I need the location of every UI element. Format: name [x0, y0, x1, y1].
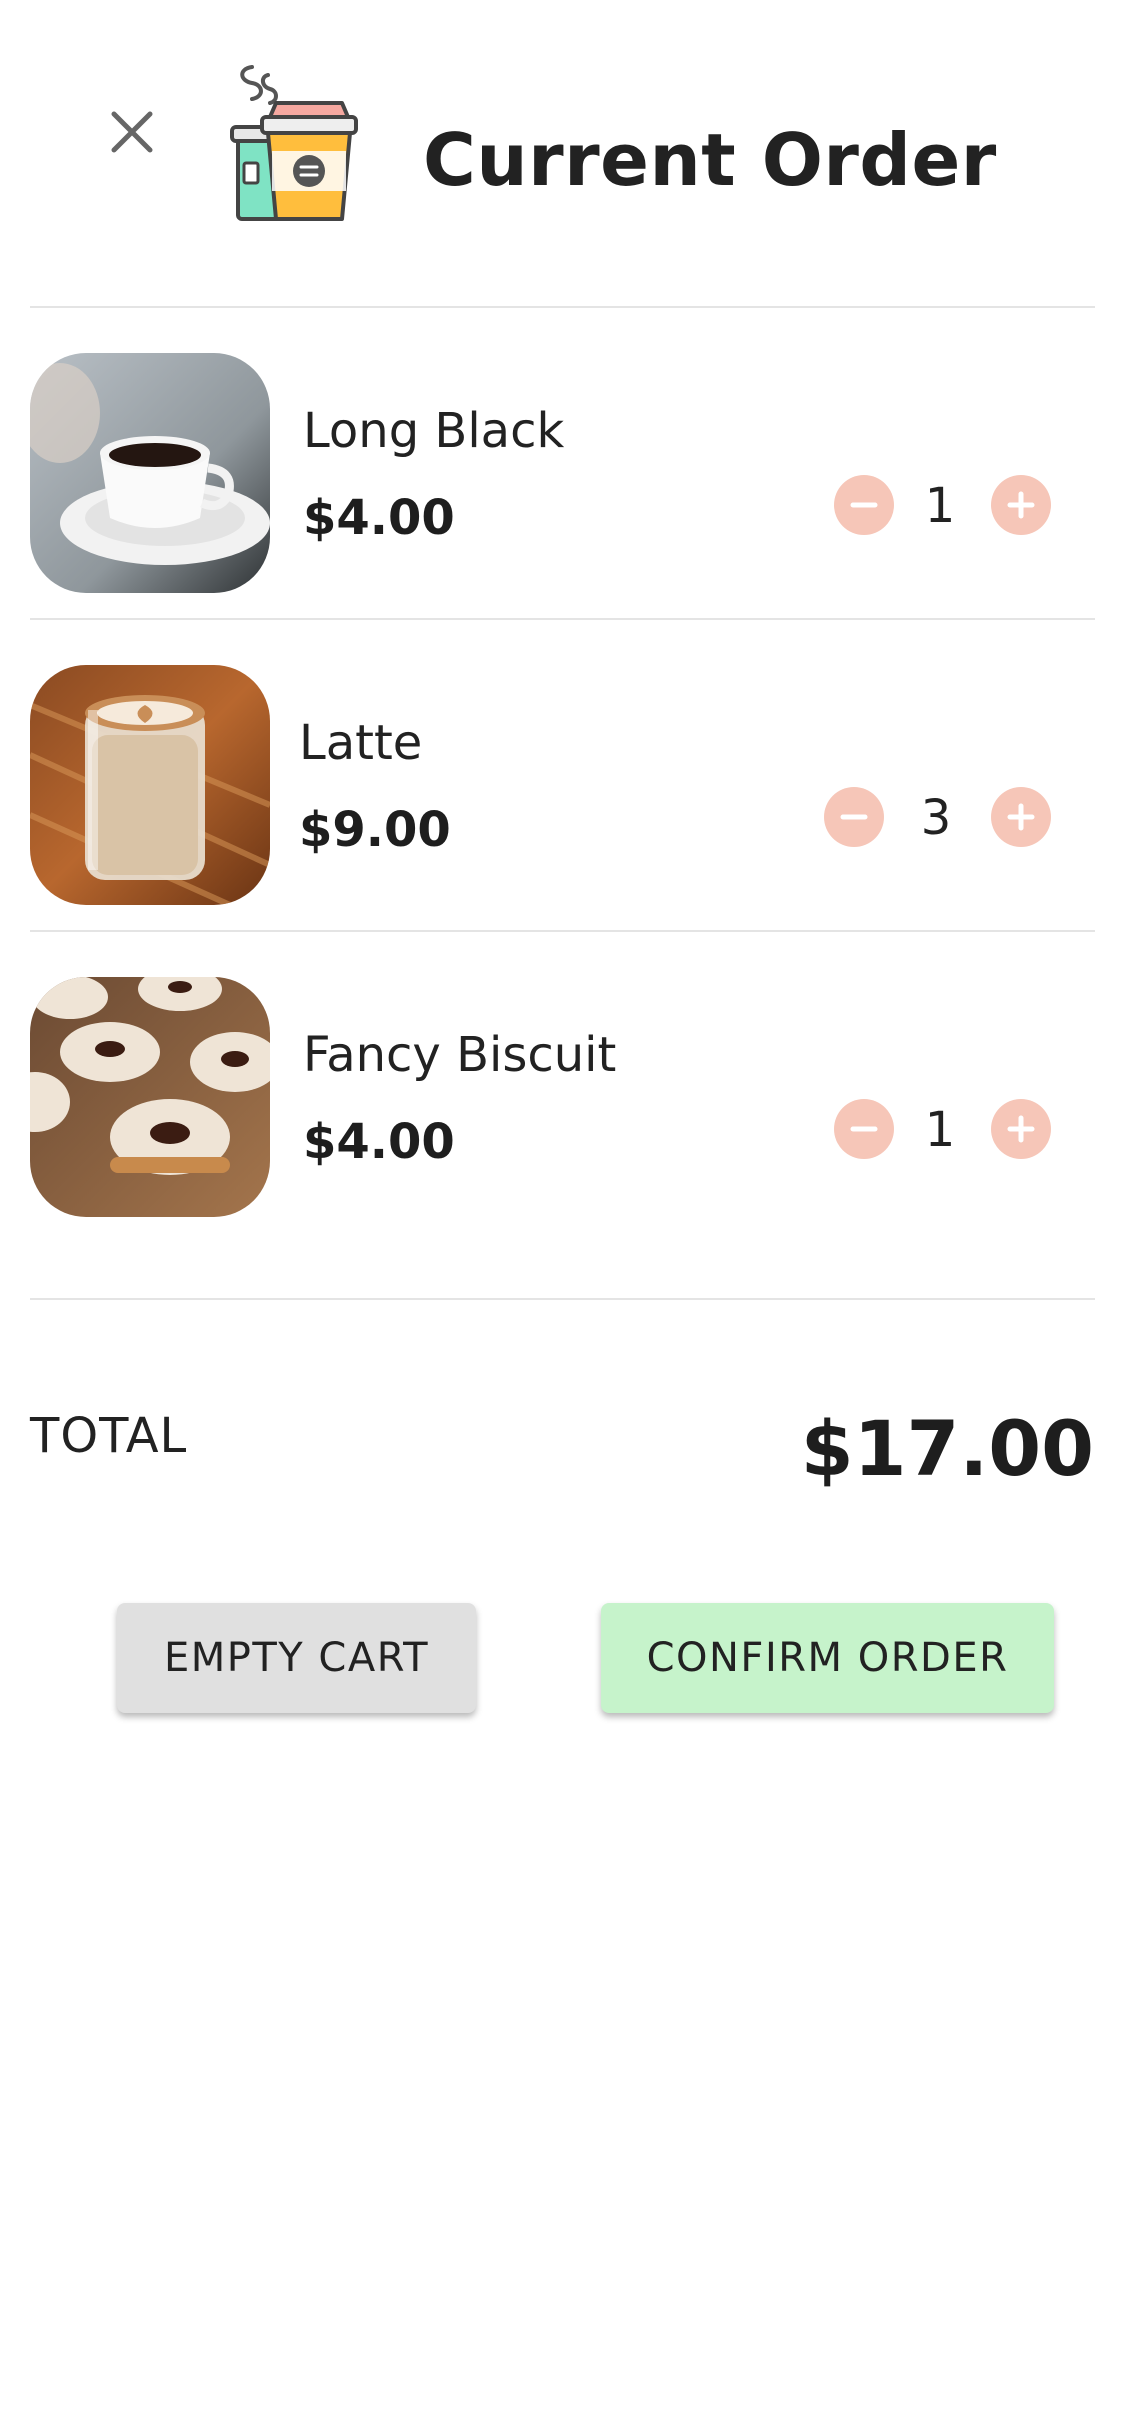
minus-icon: [850, 502, 878, 508]
item-price: $9.00: [299, 802, 451, 858]
increment-button[interactable]: [991, 787, 1051, 847]
total-value: $17.00: [800, 1404, 1094, 1493]
quantity-value: 1: [924, 1102, 956, 1158]
list-item: Latte $9.00 3: [0, 620, 1125, 930]
plus-icon: [1007, 1115, 1035, 1143]
minus-icon: [840, 814, 868, 820]
empty-cart-button[interactable]: EMPTY CART: [117, 1603, 476, 1713]
latte-art-photo: [30, 665, 270, 905]
page-title: Current Order: [423, 118, 997, 202]
quantity-value: 3: [920, 790, 952, 846]
item-price: $4.00: [303, 490, 455, 546]
confirm-order-button[interactable]: CONFIRM ORDER: [601, 1603, 1054, 1713]
list-item: Long Black $4.00 1: [0, 308, 1125, 618]
plus-icon: [1007, 803, 1035, 831]
increment-button[interactable]: [991, 475, 1051, 535]
item-name: Latte: [299, 715, 423, 771]
increment-button[interactable]: [991, 1099, 1051, 1159]
item-name: Long Black: [303, 403, 565, 459]
close-button[interactable]: [100, 100, 164, 164]
header: Current Order: [0, 0, 1125, 306]
minus-icon: [850, 1126, 878, 1132]
item-name: Fancy Biscuit: [303, 1027, 617, 1083]
long-black-coffee-photo: [30, 353, 270, 593]
quantity-value: 1: [924, 478, 956, 534]
divider: [30, 1298, 1095, 1300]
coffee-cups-icon: [230, 65, 358, 221]
jam-biscuits-photo: [30, 977, 270, 1217]
decrement-button[interactable]: [834, 1099, 894, 1159]
total-label: TOTAL: [30, 1408, 188, 1464]
close-icon: [111, 111, 153, 153]
decrement-button[interactable]: [834, 475, 894, 535]
item-price: $4.00: [303, 1114, 455, 1170]
decrement-button[interactable]: [824, 787, 884, 847]
list-item: Fancy Biscuit $4.00 1: [0, 932, 1125, 1242]
plus-icon: [1007, 491, 1035, 519]
